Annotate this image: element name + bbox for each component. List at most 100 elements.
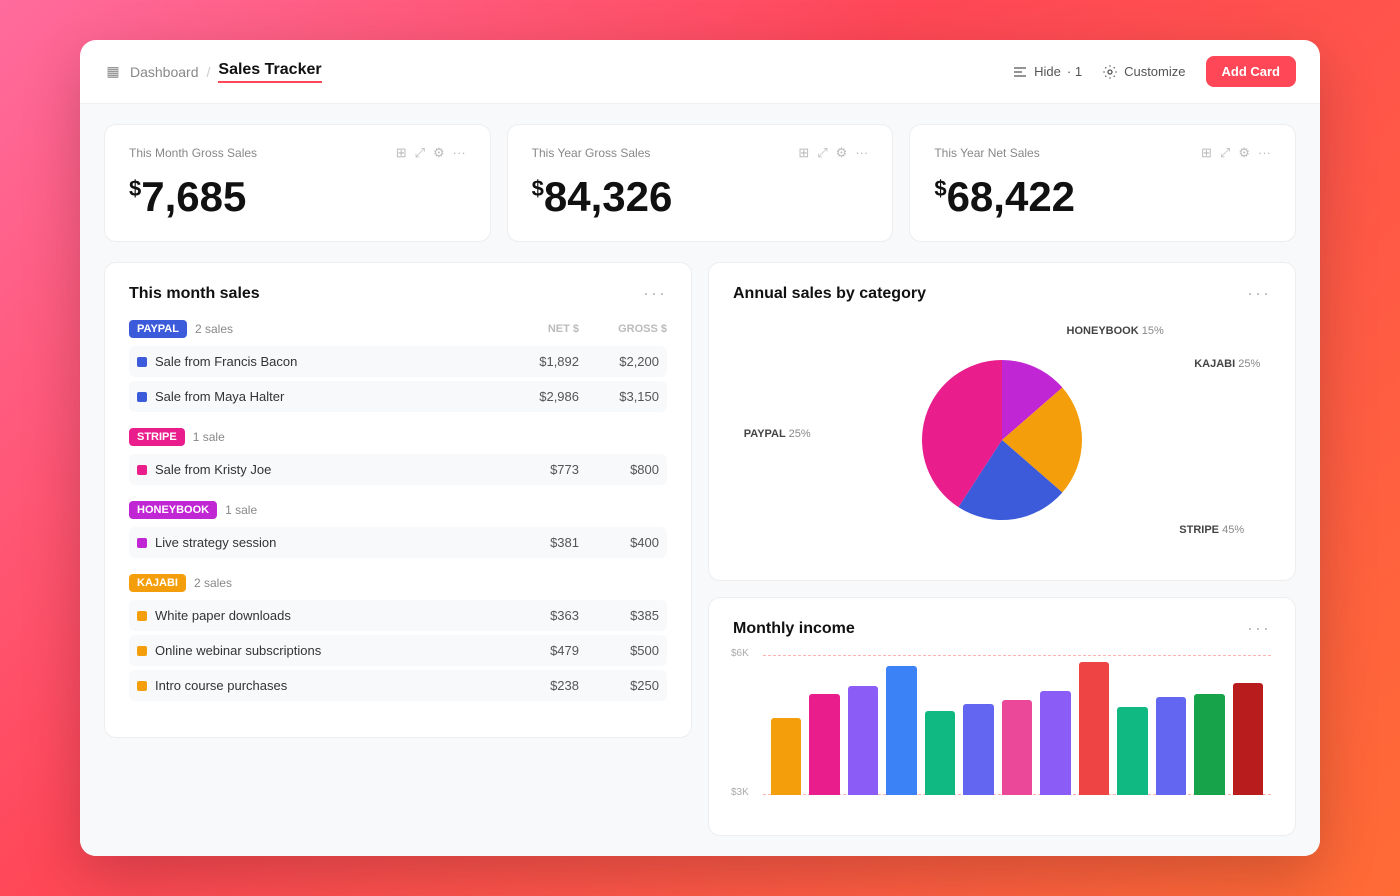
bar-10	[1156, 697, 1186, 795]
payment-header-3: KAJABI 2 sales	[129, 574, 667, 592]
metric-label: This Month Gross Sales ⊞ ⤢ ⚙ ···	[129, 145, 466, 161]
sale-item-name: White paper downloads	[155, 608, 291, 623]
dashboard-container: ▦ Dashboard / Sales Tracker Hide · 1 Cus…	[80, 40, 1320, 856]
payment-group-0: PAYPAL 2 sales NET $ GROSS $ Sale from F…	[129, 320, 667, 412]
sale-net-0-1: $2,986	[499, 389, 579, 404]
sale-gross-3-2: $250	[579, 678, 659, 693]
payment-badge-3: KAJABI	[129, 574, 186, 592]
metric-value: $68,422	[934, 173, 1271, 221]
payment-header-1: STRIPE 1 sale	[129, 428, 667, 446]
sale-item-name: Live strategy session	[155, 535, 276, 550]
expand-icon[interactable]: ⤢	[1220, 145, 1230, 161]
payment-count-2: 1 sale	[225, 503, 257, 517]
bar-0	[771, 718, 801, 795]
breadcrumb: ▦ Dashboard / Sales Tracker	[104, 61, 322, 83]
more-icon[interactable]: ···	[1258, 145, 1271, 161]
sale-net-2-0: $381	[499, 535, 579, 550]
sale-item-name: Intro course purchases	[155, 678, 287, 693]
sales-card-header: This month sales ···	[129, 283, 667, 304]
col-gross-header: GROSS $	[587, 323, 667, 335]
sale-row-1-0: Sale from Kristy Joe $773 $800	[129, 454, 667, 485]
bottom-section: This month sales ··· PAYPAL 2 sales NET …	[104, 262, 1296, 836]
hide-label: Hide	[1034, 64, 1061, 79]
sale-item-name: Sale from Maya Halter	[155, 389, 284, 404]
bar-2	[848, 686, 878, 795]
sales-card-title: This month sales	[129, 285, 260, 303]
payment-count-3: 2 sales	[194, 576, 232, 590]
sale-row-3-1: Online webinar subscriptions $479 $500	[129, 635, 667, 666]
bar-chart-header: Monthly income ···	[733, 618, 1271, 639]
payment-badge-0: PAYPAL	[129, 320, 187, 338]
sale-item-name: Sale from Kristy Joe	[155, 462, 271, 477]
metric-label-text: This Month Gross Sales	[129, 146, 257, 160]
bar-chart-area: $6K $3K	[733, 655, 1271, 815]
settings-icon[interactable]: ⚙	[1238, 145, 1250, 161]
bars-container	[763, 655, 1271, 795]
bar-more-button[interactable]: ···	[1247, 618, 1271, 639]
metric-card-0: This Month Gross Sales ⊞ ⤢ ⚙ ··· $7,685	[104, 124, 491, 242]
add-card-button[interactable]: Add Card	[1206, 56, 1297, 87]
bar-6	[1002, 700, 1032, 795]
pie-label-stripe: STRIPE 45%	[1179, 524, 1244, 536]
sale-gross-0-0: $2,200	[579, 354, 659, 369]
expand-icon[interactable]: ⤢	[415, 145, 425, 161]
more-icon[interactable]: ···	[453, 145, 466, 161]
sales-more-button[interactable]: ···	[643, 283, 667, 304]
sale-dot-3-2	[137, 681, 147, 691]
bar-11	[1194, 694, 1224, 795]
dashboard-breadcrumb-label[interactable]: Dashboard	[130, 64, 199, 80]
hide-count: · 1	[1067, 64, 1082, 79]
settings-icon[interactable]: ⚙	[836, 145, 848, 161]
metric-card-1: This Year Gross Sales ⊞ ⤢ ⚙ ··· $84,326	[507, 124, 894, 242]
filter-icon[interactable]: ⊞	[798, 145, 809, 161]
gear-icon	[1102, 64, 1118, 80]
sale-row-3-0: White paper downloads $363 $385	[129, 600, 667, 631]
sale-row-0-0: Sale from Francis Bacon $1,892 $2,200	[129, 346, 667, 377]
bar-1	[809, 694, 839, 795]
hide-icon	[1012, 64, 1028, 80]
payment-count-1: 1 sale	[193, 430, 225, 444]
metric-value: $84,326	[532, 173, 869, 221]
metric-value: $7,685	[129, 173, 466, 221]
header-actions: Hide · 1 Customize Add Card	[1012, 56, 1296, 87]
expand-icon[interactable]: ⤢	[817, 145, 827, 161]
pie-chart-title: Annual sales by category	[733, 285, 926, 303]
pie-label-kajabi: KAJABI 25%	[1194, 358, 1260, 370]
metric-label: This Year Gross Sales ⊞ ⤢ ⚙ ···	[532, 145, 869, 161]
main-content: This Month Gross Sales ⊞ ⤢ ⚙ ··· $7,685 …	[80, 104, 1320, 856]
grid-label-bottom: $3K	[731, 787, 749, 798]
metric-currency: $	[129, 176, 141, 201]
metric-icons: ⊞ ⤢ ⚙ ···	[798, 145, 868, 161]
pie-chart-svg	[902, 340, 1102, 540]
metric-label-text: This Year Net Sales	[934, 146, 1039, 160]
grid-label-top: $6K	[731, 648, 749, 659]
metric-cards: This Month Gross Sales ⊞ ⤢ ⚙ ··· $7,685 …	[104, 124, 1296, 242]
sale-name-1-0: Sale from Kristy Joe	[137, 462, 499, 477]
sale-gross-3-1: $500	[579, 643, 659, 658]
settings-icon[interactable]: ⚙	[433, 145, 445, 161]
sale-dot-3-1	[137, 646, 147, 656]
payment-group-1: STRIPE 1 sale Sale from Kristy Joe $773 …	[129, 428, 667, 485]
metric-icons: ⊞ ⤢ ⚙ ···	[396, 145, 466, 161]
sale-name-3-0: White paper downloads	[137, 608, 499, 623]
payment-badge-2: HONEYBOOK	[129, 501, 217, 519]
filter-icon[interactable]: ⊞	[1201, 145, 1212, 161]
bar-chart-card: Monthly income ··· $6K $3K	[708, 597, 1296, 836]
sale-dot-0-1	[137, 392, 147, 402]
customize-action[interactable]: Customize	[1102, 64, 1185, 80]
sale-dot-3-0	[137, 611, 147, 621]
sales-list: PAYPAL 2 sales NET $ GROSS $ Sale from F…	[129, 320, 667, 701]
sale-gross-0-1: $3,150	[579, 389, 659, 404]
breadcrumb-separator: /	[207, 64, 211, 80]
sale-net-3-1: $479	[499, 643, 579, 658]
sale-name-0-0: Sale from Francis Bacon	[137, 354, 499, 369]
customize-label: Customize	[1124, 64, 1185, 79]
bar-7	[1040, 691, 1070, 795]
more-icon[interactable]: ···	[855, 145, 868, 161]
col-net-header: NET $	[499, 323, 579, 335]
hide-action[interactable]: Hide · 1	[1012, 64, 1082, 80]
filter-icon[interactable]: ⊞	[396, 145, 407, 161]
right-panel: Annual sales by category ··· HONEYBOOK 1…	[708, 262, 1296, 836]
pie-more-button[interactable]: ···	[1247, 283, 1271, 304]
pie-label-paypal: PAYPAL 25%	[744, 428, 811, 440]
